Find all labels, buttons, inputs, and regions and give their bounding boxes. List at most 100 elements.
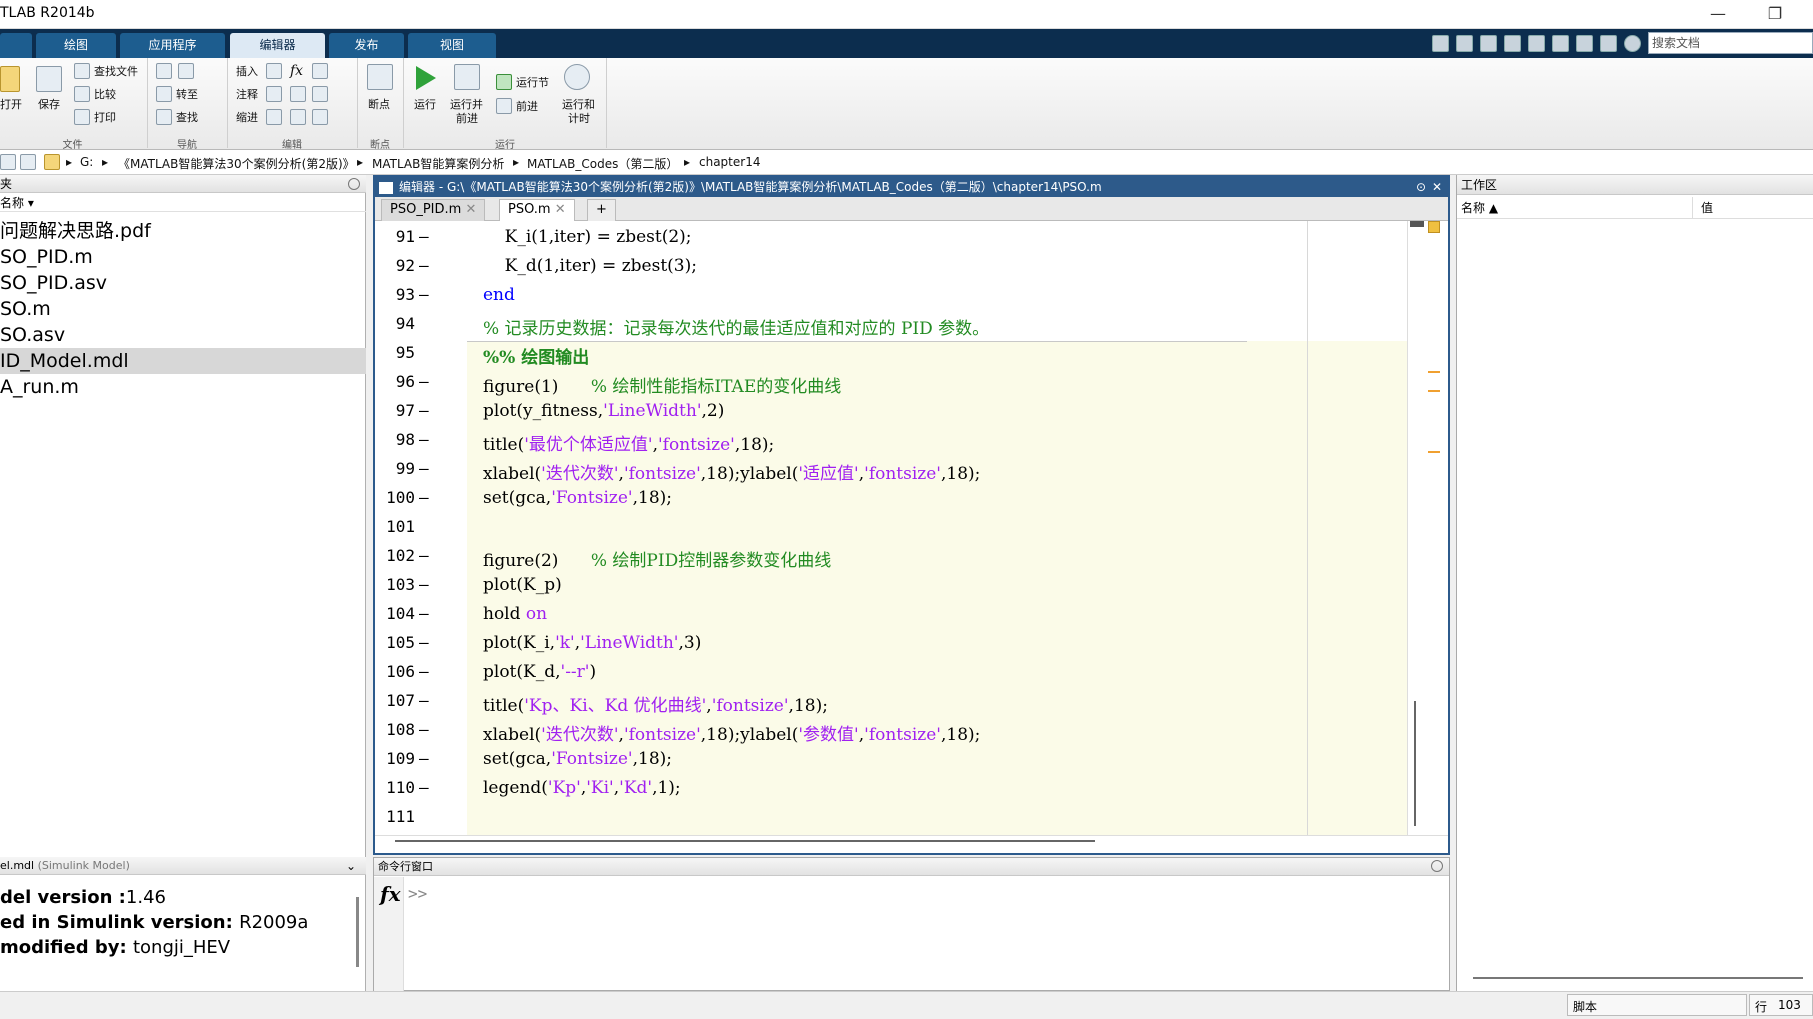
panel-actions-icon[interactable] — [348, 178, 360, 190]
breakpoint-slot[interactable]: — — [419, 372, 429, 391]
help-icon[interactable] — [1624, 35, 1641, 52]
details-scrollbar[interactable] — [356, 897, 359, 967]
tab-plots[interactable]: 绘图 — [36, 33, 116, 58]
breakpoints-button[interactable]: 断点 — [368, 98, 390, 112]
layout-icon[interactable] — [1432, 35, 1449, 52]
close-tab-icon[interactable]: ✕ — [555, 202, 566, 217]
code-analyzer-status-icon[interactable] — [1428, 221, 1440, 233]
increase-indent-icon[interactable] — [290, 109, 306, 125]
breadcrumb-chapter[interactable]: chapter14 — [699, 155, 760, 169]
tab-publish[interactable]: 发布 — [329, 33, 404, 58]
command-prompt[interactable]: >> — [408, 884, 427, 903]
indent-button[interactable]: 缩进 — [236, 111, 258, 125]
save-icon[interactable] — [1456, 35, 1473, 52]
back-arrow-icon[interactable] — [156, 63, 172, 79]
switch-window-icon[interactable] — [1600, 35, 1617, 52]
uncomment-icon[interactable] — [290, 86, 306, 102]
workspace-value-column[interactable]: 值 — [1701, 197, 1713, 219]
breakpoint-slot[interactable]: — — [419, 662, 429, 681]
insert-section-icon[interactable] — [266, 63, 282, 79]
forward-arrow-icon[interactable] — [178, 63, 194, 79]
code-line[interactable]: set(gca,'Fontsize',18); — [483, 749, 672, 769]
warning-marker[interactable] — [1428, 390, 1440, 392]
code-line[interactable]: K_d(1,iter) = zbest(3); — [483, 256, 697, 276]
tab-view[interactable]: 视图 — [408, 33, 496, 58]
file-list-item[interactable]: SO_PID.m — [0, 244, 366, 270]
close-icon[interactable]: ✕ — [1432, 177, 1442, 197]
close-tab-icon[interactable]: ✕ — [465, 202, 476, 217]
name-column-header[interactable]: 名称 ▾ — [0, 194, 366, 212]
run-and-time-button-line2[interactable]: 计时 — [568, 112, 590, 126]
print-button[interactable]: 打印 — [94, 111, 116, 125]
open-folder-icon[interactable] — [0, 66, 20, 92]
code-line[interactable]: end — [483, 285, 515, 305]
code-line[interactable]: plot(y_fitness,'LineWidth',2) — [483, 401, 724, 421]
insert-cell-icon[interactable] — [312, 63, 328, 79]
breadcrumb-drive[interactable]: G: — [80, 155, 93, 169]
breakpoint-slot[interactable]: — — [419, 633, 429, 652]
breakpoint-slot[interactable]: — — [419, 720, 429, 739]
comment-percent-icon[interactable] — [266, 86, 282, 102]
minimize-button[interactable]: — — [1703, 3, 1733, 25]
vertical-scrollbar[interactable] — [1407, 221, 1448, 835]
tab-home-partial[interactable] — [0, 33, 32, 58]
breakpoint-slot[interactable]: — — [419, 546, 429, 565]
breakpoint-slot[interactable]: — — [419, 778, 429, 797]
code-line[interactable]: set(gca,'Fontsize',18); — [483, 488, 672, 508]
breakpoint-slot[interactable]: — — [419, 430, 429, 449]
cut-icon[interactable] — [1480, 35, 1497, 52]
advance-button[interactable]: 前进 — [516, 100, 538, 114]
breakpoint-slot[interactable]: — — [419, 691, 429, 710]
open-button[interactable]: 打开 — [0, 98, 22, 112]
breakpoint-slot[interactable]: — — [419, 285, 429, 304]
run-advance-button-line1[interactable]: 运行并 — [450, 98, 483, 112]
tab-apps[interactable]: 应用程序 — [120, 33, 225, 58]
run-advance-button-line2[interactable]: 前进 — [456, 112, 478, 126]
smart-indent-icon[interactable] — [266, 109, 282, 125]
goto-button[interactable]: 转至 — [176, 88, 198, 102]
tab-pso-pid[interactable]: PSO_PID.m ✕ — [381, 199, 486, 221]
warning-marker[interactable] — [1428, 451, 1440, 453]
redo-icon[interactable] — [1576, 35, 1593, 52]
code-line[interactable]: figure(2) % 绘制PID控制器参数变化曲线 — [483, 546, 831, 571]
vertical-scroll-thumb[interactable] — [1414, 701, 1416, 826]
code-area[interactable]: K_i(1,iter) = zbest(2); K_d(1,iter) = zb… — [467, 221, 1407, 835]
horizontal-scrollbar[interactable] — [375, 835, 1448, 853]
file-list-item[interactable]: SO_PID.asv — [0, 270, 366, 296]
code-line[interactable]: title('Kp、Ki、Kd 优化曲线','fontsize',18); — [483, 691, 828, 716]
breadcrumb-codes[interactable]: MATLAB_Codes（第二版） — [527, 155, 678, 172]
breadcrumb-folder[interactable]: MATLAB智能算案例分析 — [372, 155, 504, 172]
comment-button[interactable]: 注释 — [236, 88, 258, 102]
file-list-item[interactable]: SO.asv — [0, 322, 366, 348]
breadcrumb-book[interactable]: 《MATLAB智能算法30个案例分析(第2版)》 — [118, 155, 355, 172]
breakpoint-slot[interactable]: — — [419, 227, 429, 246]
compare-button[interactable]: 比较 — [94, 88, 116, 102]
file-list-item[interactable]: SO.m — [0, 296, 366, 322]
run-section-button[interactable]: 运行节 — [516, 76, 549, 90]
copy-icon[interactable] — [1504, 35, 1521, 52]
breakpoint-slot[interactable]: — — [419, 401, 429, 420]
file-list-item[interactable]: A_run.m — [0, 374, 366, 400]
command-actions-icon[interactable] — [1431, 860, 1443, 872]
code-line[interactable]: plot(K_d,'--r') — [483, 662, 596, 682]
code-line[interactable]: xlabel('迭代次数','fontsize',18);ylabel('参数值… — [483, 720, 980, 745]
breakpoint-slot[interactable]: — — [419, 749, 429, 768]
file-list-item[interactable]: 问题解决思路.pdf — [0, 218, 366, 244]
decrease-indent-icon[interactable] — [312, 109, 328, 125]
code-line[interactable]: figure(1) % 绘制性能指标ITAE的变化曲线 — [483, 372, 841, 397]
restore-button[interactable]: ❐ — [1760, 3, 1790, 25]
horizontal-scroll-thumb[interactable] — [395, 840, 1095, 842]
workspace-horizontal-scroll-thumb[interactable] — [1473, 977, 1803, 979]
new-tab-button[interactable]: + — [587, 199, 616, 221]
find-button[interactable]: 查找 — [176, 111, 198, 125]
undo-icon[interactable] — [1552, 35, 1569, 52]
breakpoint-slot[interactable]: — — [419, 488, 429, 507]
run-icon[interactable] — [416, 66, 436, 90]
breakpoint-slot[interactable]: — — [419, 575, 429, 594]
code-line[interactable]: legend('Kp','Ki','Kd',1); — [483, 778, 681, 798]
code-line[interactable]: % 记录历史数据：记录每次迭代的最佳适应值和对应的 PID 参数。 — [483, 314, 989, 339]
code-line[interactable]: xlabel('迭代次数','fontsize',18);ylabel('适应值… — [483, 459, 980, 484]
code-line[interactable]: plot(K_p) — [483, 575, 562, 595]
insert-button[interactable]: 插入 — [236, 65, 258, 79]
code-line[interactable]: %% 绘图输出 — [483, 343, 589, 368]
